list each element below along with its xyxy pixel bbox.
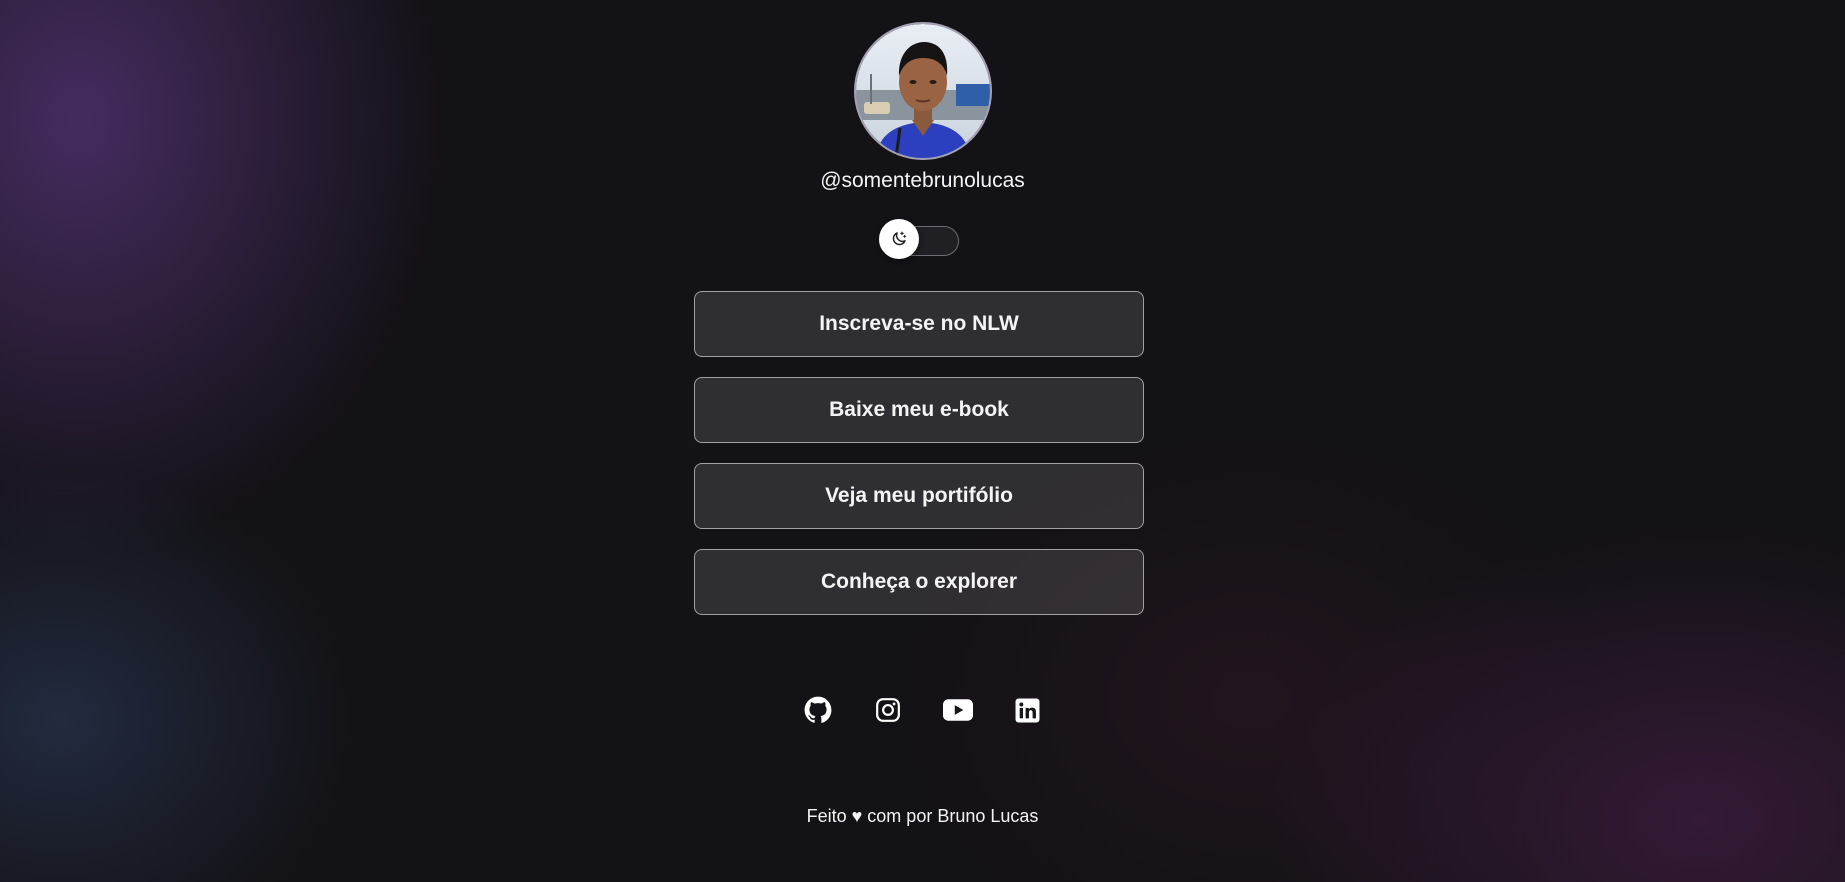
list-item: Conheça o explorer: [694, 549, 1144, 615]
list-item: Veja meu portifólio: [694, 463, 1144, 529]
social-links: [0, 695, 1845, 725]
footer-credit: Feito ♥ com por Bruno Lucas: [806, 806, 1039, 826]
list-item: Baixe meu e-book: [694, 377, 1144, 443]
theme-toggle-switch[interactable]: [879, 219, 959, 259]
links-list: Inscreva-se no NLW Baixe meu e-book Veja…: [694, 291, 1144, 635]
linkedin-icon: [1015, 698, 1040, 722]
github-icon: [804, 696, 831, 723]
link-button-portfolio[interactable]: Veja meu portifólio: [694, 463, 1144, 529]
list-item: Inscreva-se no NLW: [694, 291, 1144, 357]
moon-icon: [892, 231, 906, 246]
username: @somentebrunolucas: [820, 169, 1025, 192]
link-button-explorer[interactable]: Conheça o explorer: [694, 549, 1144, 615]
instagram-link[interactable]: [873, 695, 903, 725]
avatar-photo: [855, 24, 990, 158]
theme-toggle-knob[interactable]: [879, 219, 919, 259]
link-button-nlw[interactable]: Inscreva-se no NLW: [694, 291, 1144, 357]
page: @somentebrunolucas Inscreva-se no NLW Ba…: [0, 0, 1845, 882]
profile-section: @somentebrunolucas: [0, 22, 1845, 195]
instagram-icon: [875, 698, 900, 722]
github-link[interactable]: [803, 695, 833, 725]
linkedin-link[interactable]: [1013, 695, 1043, 725]
youtube-link[interactable]: [942, 695, 973, 725]
link-button-ebook[interactable]: Baixe meu e-book: [694, 377, 1144, 443]
avatar: [853, 22, 992, 160]
youtube-icon: [942, 699, 973, 721]
